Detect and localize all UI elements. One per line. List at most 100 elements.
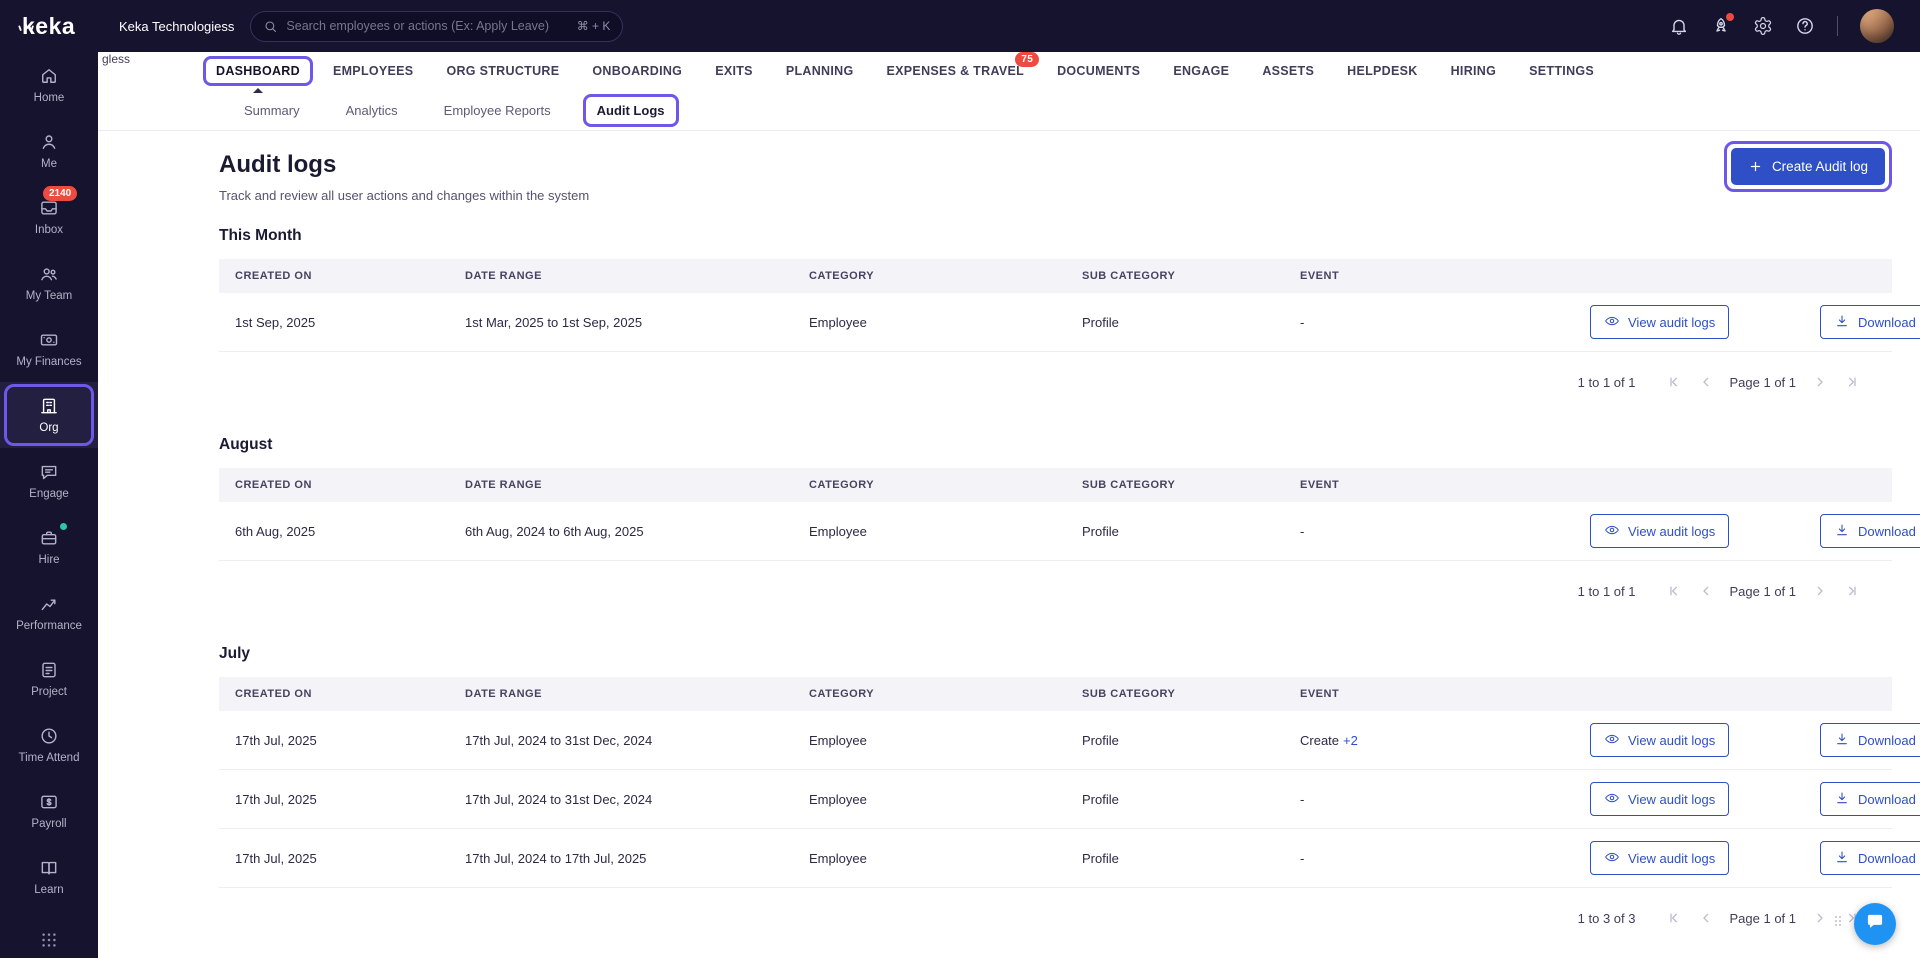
- nav-hiring[interactable]: HIRING: [1451, 64, 1497, 78]
- nav-documents[interactable]: DOCUMENTS: [1057, 64, 1140, 78]
- subtab-analytics[interactable]: Analytics: [346, 103, 398, 118]
- avatar[interactable]: [1860, 9, 1894, 43]
- logo-spark-icon: [18, 19, 36, 31]
- download-icon: [1834, 849, 1850, 868]
- cell-date-range: 6th Aug, 2024 to 6th Aug, 2025: [465, 523, 644, 539]
- first-page-button[interactable]: [1666, 583, 1682, 599]
- subtab-audit-logs[interactable]: Audit Logs: [582, 93, 679, 127]
- sidebar-item-my-team[interactable]: My Team: [0, 250, 98, 316]
- download-button[interactable]: Download: [1820, 782, 1920, 816]
- sidebar-item-project[interactable]: Project: [0, 646, 98, 712]
- nav-helpdesk[interactable]: HELPDESK: [1347, 64, 1417, 78]
- sidebar-item-label: Performance: [16, 620, 82, 632]
- download-button[interactable]: Download: [1820, 514, 1920, 548]
- sidebar-item-my-finances[interactable]: My Finances: [0, 316, 98, 382]
- global-search[interactable]: ⌘ + K: [250, 10, 624, 42]
- nav-planning[interactable]: PLANNING: [786, 64, 854, 78]
- section-title: This Month: [219, 227, 302, 244]
- subtab-label: Audit Logs: [596, 102, 665, 118]
- view-audit-logs-label: View audit logs: [1628, 791, 1716, 807]
- view-audit-logs-button[interactable]: View audit logs: [1590, 841, 1730, 875]
- next-page-button[interactable]: [1812, 910, 1828, 926]
- event-more-link[interactable]: +2: [1343, 733, 1358, 748]
- nav-engage[interactable]: ENGAGE: [1173, 64, 1229, 78]
- sidebar-item-me[interactable]: Me: [0, 118, 98, 184]
- nav-exits[interactable]: EXITS: [715, 64, 753, 78]
- view-audit-logs-button[interactable]: View audit logs: [1590, 723, 1730, 757]
- cell-sub-category: Profile: [1082, 850, 1119, 866]
- help-icon[interactable]: [1795, 16, 1815, 36]
- sidebar-item-time-attend[interactable]: Time Attend: [0, 712, 98, 778]
- nav-onboarding[interactable]: ONBOARDING: [592, 64, 682, 78]
- rocket-icon[interactable]: [1711, 13, 1734, 36]
- first-page-button[interactable]: [1666, 910, 1682, 926]
- download-button[interactable]: Download: [1820, 723, 1920, 757]
- download-label: Download: [1858, 314, 1916, 330]
- sidebar-item-home[interactable]: Home: [0, 52, 98, 118]
- section-title: August: [219, 436, 273, 453]
- last-page-button[interactable]: [1844, 374, 1860, 390]
- sidebar-item-inbox[interactable]: Inbox 2140: [0, 184, 98, 250]
- download-button[interactable]: Download: [1820, 841, 1920, 875]
- nav-org-structure[interactable]: ORG STRUCTURE: [446, 64, 559, 78]
- download-button[interactable]: Download: [1820, 305, 1920, 339]
- prev-page-button[interactable]: [1698, 910, 1714, 926]
- sidebar-item-engage[interactable]: Engage: [0, 448, 98, 514]
- column-header: EVENT: [1300, 688, 1340, 700]
- subtab-label: Employee Reports: [443, 102, 551, 118]
- drag-handle-icon[interactable]: [1830, 913, 1846, 934]
- payroll-icon: [39, 792, 59, 812]
- view-audit-logs-button[interactable]: View audit logs: [1590, 782, 1730, 816]
- next-page-button[interactable]: [1812, 583, 1828, 599]
- apps-grid-icon[interactable]: [0, 930, 98, 950]
- chat-widget-button[interactable]: [1854, 903, 1896, 945]
- keka-logo[interactable]: keka: [0, 13, 98, 40]
- column-header: DATE RANGE: [465, 479, 542, 491]
- prev-page-button[interactable]: [1698, 583, 1714, 599]
- cell-sub-category: Profile: [1082, 314, 1119, 330]
- sidebar-item-performance[interactable]: Performance: [0, 580, 98, 646]
- subtab-employee-reports[interactable]: Employee Reports: [444, 103, 551, 118]
- audit-logs-table: CREATED ON DATE RANGE CATEGORY SUB CATEGORY…: [219, 259, 1920, 412]
- nav-label: ONBOARDING: [592, 64, 683, 78]
- view-audit-logs-button[interactable]: View audit logs: [1590, 305, 1730, 339]
- nav-settings[interactable]: SETTINGS: [1529, 64, 1594, 78]
- view-audit-logs-button[interactable]: View audit logs: [1590, 514, 1730, 548]
- download-icon: [1834, 522, 1850, 541]
- cell-created-on: 1st Sep, 2025: [235, 314, 316, 330]
- notifications-bell-icon[interactable]: [1669, 16, 1689, 36]
- sidebar-item-learn[interactable]: Learn: [0, 844, 98, 910]
- table-row: 17th Jul, 2025 17th Jul, 2024 to 17th Ju…: [219, 829, 1920, 888]
- last-page-button[interactable]: [1844, 583, 1860, 599]
- sidebar-item-payroll[interactable]: Payroll: [0, 778, 98, 844]
- nav-assets[interactable]: ASSETS: [1262, 64, 1314, 78]
- nav-dashboard[interactable]: DASHBOARD: [203, 56, 313, 86]
- first-page-button[interactable]: [1666, 374, 1682, 390]
- subtab-summary[interactable]: Summary: [244, 103, 300, 118]
- nav-label: PLANNING: [785, 64, 854, 78]
- column-header: SUB CATEGORY: [1082, 270, 1176, 282]
- page-subtitle: Track and review all user actions and ch…: [219, 188, 590, 203]
- view-audit-logs-label: View audit logs: [1628, 314, 1716, 330]
- stray-text: gless: [102, 52, 131, 66]
- create-audit-log-button[interactable]: Create Audit log: [1730, 148, 1885, 185]
- table-row: 1st Sep, 2025 1st Mar, 2025 to 1st Sep, …: [219, 293, 1920, 352]
- cell-date-range: 17th Jul, 2024 to 31st Dec, 2024: [465, 791, 653, 807]
- download-label: Download: [1858, 791, 1916, 807]
- next-page-button[interactable]: [1812, 374, 1828, 390]
- sidebar-item-org[interactable]: Org: [0, 382, 98, 448]
- table-header-row: CREATED ON DATE RANGE CATEGORY SUB CATEGORY…: [219, 468, 1892, 502]
- nav-expenses-travel[interactable]: EXPENSES & TRAVEL 75: [887, 52, 1040, 78]
- nav-employees[interactable]: EMPLOYEES: [333, 64, 414, 78]
- sidebar-item-label: My Finances: [16, 356, 82, 368]
- sections: This Month CREATED ON DATE RANGE CATEGORY S…: [219, 227, 1920, 948]
- cell-event: -: [1300, 791, 1305, 807]
- prev-page-button[interactable]: [1698, 374, 1714, 390]
- sidebar-item-label: My Team: [25, 290, 73, 302]
- header-divider: [1837, 16, 1838, 36]
- nav-count-badge: 75: [1015, 52, 1040, 67]
- sidebar-item-hire[interactable]: Hire: [0, 514, 98, 580]
- settings-gear-icon[interactable]: [1753, 16, 1773, 36]
- pagination-range: 1 to 1 of 1: [1577, 583, 1636, 599]
- search-input[interactable]: [286, 19, 569, 33]
